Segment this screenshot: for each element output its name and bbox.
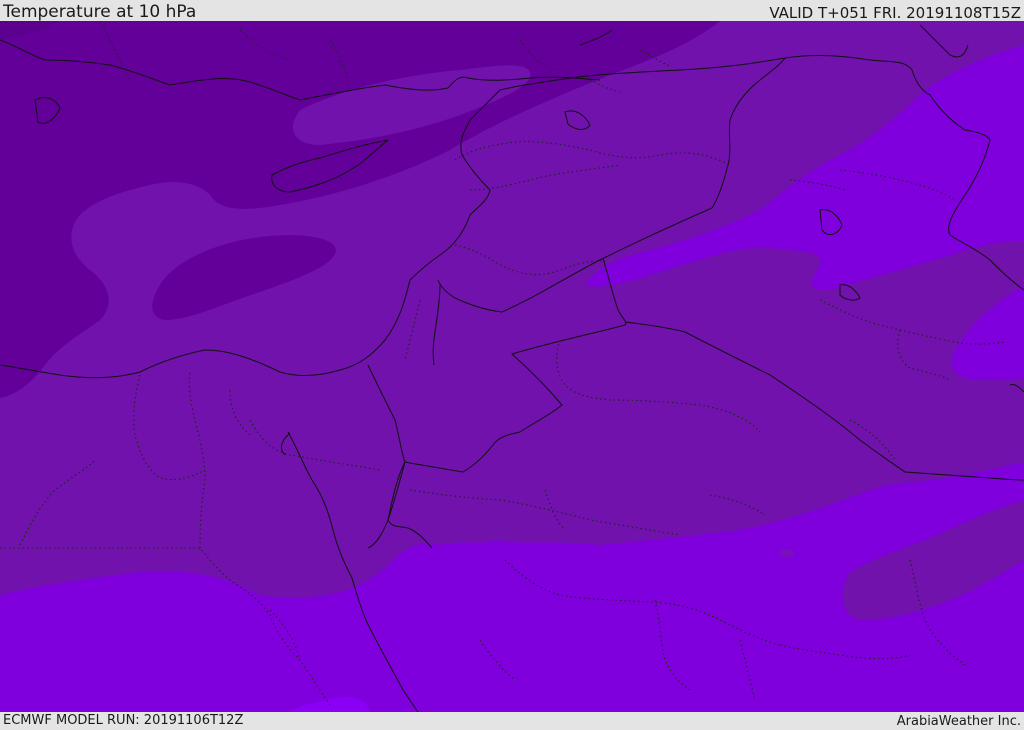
map-title: Temperature at 10 hPa: [3, 2, 197, 22]
credit-label: ArabiaWeather Inc.: [896, 714, 1021, 729]
footer-bar: ECMWF MODEL RUN: 20191106T12Z ArabiaWeat…: [0, 712, 1024, 729]
valid-time-label: VALID T+051 FRI. 20191108T15Z: [769, 4, 1021, 22]
map-canvas: [0, 21, 1024, 712]
field-warm-spot: [780, 549, 794, 557]
header-bar: Temperature at 10 hPa VALID T+051 FRI. 2…: [0, 0, 1024, 21]
temperature-map: [0, 21, 1024, 712]
model-run-label: ECMWF MODEL RUN: 20191106T12Z: [3, 713, 244, 728]
